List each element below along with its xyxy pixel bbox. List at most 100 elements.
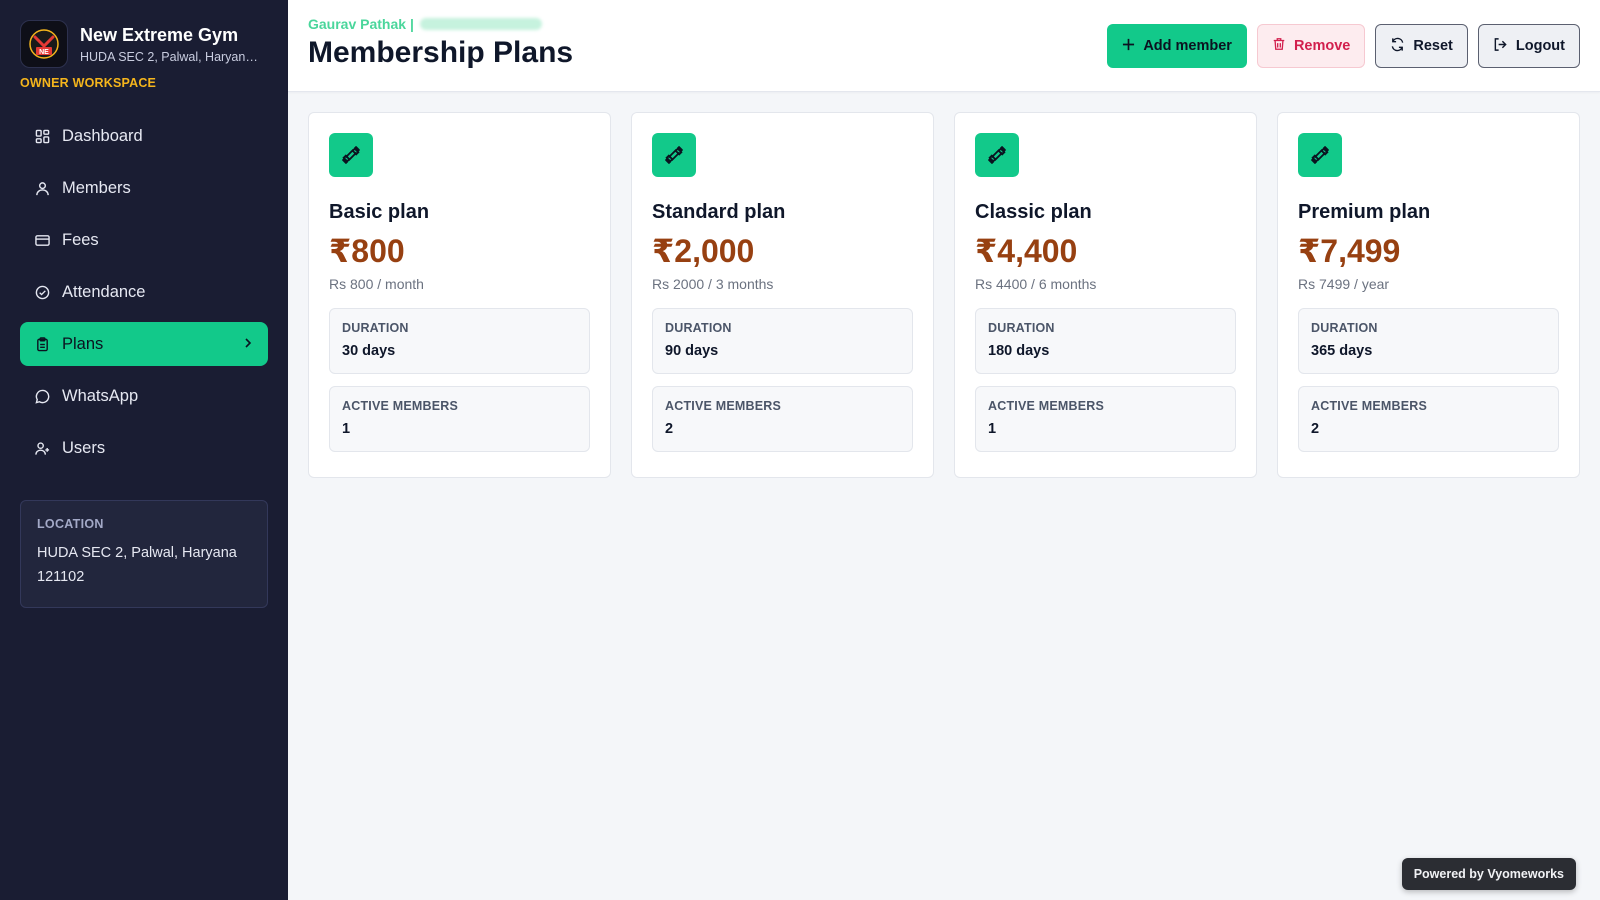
active-members-box: ACTIVE MEMBERS 1	[975, 386, 1236, 452]
dumbbell-icon	[1298, 133, 1342, 177]
duration-box: DURATION 180 days	[975, 308, 1236, 374]
user-name: Gaurav Pathak |	[308, 16, 414, 32]
duration-label: DURATION	[988, 321, 1055, 335]
sidebar-nav: Dashboard Members Fees Attendance Plans …	[20, 114, 268, 470]
active-members-label: ACTIVE MEMBERS	[665, 399, 782, 413]
plan-card-premium[interactable]: Premium plan ₹7,499 Rs 7499 / year DURAT…	[1277, 112, 1580, 478]
chevron-right-icon	[242, 335, 254, 354]
sidebar-item-plans[interactable]: Plans	[20, 322, 268, 366]
active-members-box: ACTIVE MEMBERS 2	[1298, 386, 1559, 452]
plan-name: Standard plan	[652, 201, 786, 223]
duration-label: DURATION	[1311, 321, 1378, 335]
plan-price-sub: Rs 4400 / 6 months	[975, 276, 1097, 292]
header-actions: Add member Remove Reset Logout	[1107, 16, 1580, 91]
location-label: LOCATION	[37, 517, 104, 531]
sidebar-item-label: Users	[62, 438, 106, 457]
duration-box: DURATION 90 days	[652, 308, 913, 374]
powered-by-badge[interactable]: Powered by Vyomeworks	[1401, 858, 1576, 890]
gym-logo: NE	[20, 20, 68, 68]
sidebar-item-label: Fees	[62, 230, 99, 249]
plan-price-sub: Rs 2000 / 3 months	[652, 276, 774, 292]
active-members-value: 1	[342, 421, 351, 437]
gym-address-short: HUDA SEC 2, Palwal, Haryana 121102	[80, 49, 262, 64]
logout-button[interactable]: Logout	[1477, 24, 1580, 68]
sidebar-item-dashboard[interactable]: Dashboard	[20, 114, 268, 158]
gym-logo-icon: NE	[29, 29, 59, 59]
card-icon	[34, 232, 50, 248]
brand: NE New Extreme Gym HUDA SEC 2, Palwal, H…	[20, 20, 268, 68]
duration-box: DURATION 30 days	[329, 308, 590, 374]
logout-label: Logout	[1515, 38, 1565, 54]
user-icon	[34, 180, 50, 196]
duration-value: 365 days	[1311, 343, 1373, 359]
location-text: HUDA SEC 2, Palwal, Haryana 121102	[37, 545, 237, 585]
user-info: Gaurav Pathak |	[308, 16, 573, 32]
duration-value: 90 days	[665, 343, 719, 359]
sidebar-item-members[interactable]: Members	[20, 166, 268, 210]
plan-price: ₹7,499	[1298, 233, 1401, 269]
plan-name: Premium plan	[1298, 201, 1431, 223]
plan-cards: Basic plan ₹800 Rs 800 / month DURATION …	[288, 92, 1600, 498]
reset-button[interactable]: Reset	[1375, 24, 1468, 68]
plan-price-sub: Rs 7499 / year	[1298, 276, 1390, 292]
users-icon	[34, 440, 50, 456]
add-member-button[interactable]: Add member	[1107, 24, 1247, 68]
active-members-label: ACTIVE MEMBERS	[988, 399, 1105, 413]
dumbbell-icon	[975, 133, 1019, 177]
active-members-label: ACTIVE MEMBERS	[1311, 399, 1428, 413]
remove-button[interactable]: Remove	[1256, 24, 1366, 68]
app-root: NE New Extreme Gym HUDA SEC 2, Palwal, H…	[0, 0, 1600, 900]
sidebar-item-whatsapp[interactable]: WhatsApp	[20, 374, 268, 418]
page-title: Membership Plans	[308, 36, 574, 69]
dumbbell-icon	[652, 133, 696, 177]
dumbbell-icon	[329, 133, 373, 177]
duration-value: 30 days	[342, 343, 396, 359]
trash-icon	[1272, 37, 1286, 55]
svg-text:NE: NE	[39, 49, 49, 56]
remove-label: Remove	[1293, 38, 1351, 54]
duration-label: DURATION	[665, 321, 732, 335]
workspace-label: OWNER WORKSPACE	[20, 76, 157, 90]
duration-value: 180 days	[988, 343, 1050, 359]
gym-name: New Extreme Gym	[80, 24, 239, 45]
active-members-label: ACTIVE MEMBERS	[342, 399, 459, 413]
plus-icon	[1122, 38, 1135, 55]
sidebar-item-label: Attendance	[62, 282, 146, 301]
logout-icon	[1493, 37, 1508, 56]
plan-price: ₹2,000	[652, 233, 755, 269]
plan-price: ₹4,400	[975, 233, 1078, 269]
active-members-box: ACTIVE MEMBERS 1	[329, 386, 590, 452]
active-members-box: ACTIVE MEMBERS 2	[652, 386, 913, 452]
plan-price-sub: Rs 800 / month	[329, 276, 424, 292]
chat-icon	[34, 388, 50, 404]
plan-card-standard[interactable]: Standard plan ₹2,000 Rs 2000 / 3 months …	[631, 112, 934, 478]
sidebar-item-label: Dashboard	[62, 126, 143, 145]
sidebar-item-attendance[interactable]: Attendance	[20, 270, 268, 314]
sidebar: NE New Extreme Gym HUDA SEC 2, Palwal, H…	[0, 0, 288, 900]
plan-name: Classic plan	[975, 201, 1092, 223]
blurred-phone	[419, 18, 542, 30]
plan-card-basic[interactable]: Basic plan ₹800 Rs 800 / month DURATION …	[308, 112, 611, 478]
sidebar-item-label: Plans	[62, 334, 104, 353]
sidebar-item-users[interactable]: Users	[20, 426, 268, 470]
duration-label: DURATION	[342, 321, 409, 335]
plan-name: Basic plan	[329, 201, 430, 223]
plan-price: ₹800	[329, 233, 405, 269]
check-circle-icon	[34, 284, 50, 300]
dashboard-icon	[34, 128, 50, 144]
location-card: LOCATION HUDA SEC 2, Palwal, Haryana 121…	[20, 500, 268, 608]
plan-card-classic[interactable]: Classic plan ₹4,400 Rs 4400 / 6 months D…	[954, 112, 1257, 478]
reset-label: Reset	[1413, 38, 1453, 54]
refresh-icon	[1390, 37, 1405, 56]
active-members-value: 2	[1311, 421, 1320, 437]
sidebar-item-label: WhatsApp	[62, 386, 139, 405]
active-members-value: 1	[988, 421, 997, 437]
add-member-label: Add member	[1143, 38, 1232, 54]
active-members-value: 2	[665, 421, 674, 437]
sidebar-item-label: Members	[62, 178, 131, 197]
sidebar-item-fees[interactable]: Fees	[20, 218, 268, 262]
main-content: Gaurav Pathak | Membership Plans Add mem…	[288, 0, 1600, 900]
clipboard-icon	[34, 336, 50, 352]
duration-box: DURATION 365 days	[1298, 308, 1559, 374]
topbar: Gaurav Pathak | Membership Plans Add mem…	[288, 0, 1600, 92]
